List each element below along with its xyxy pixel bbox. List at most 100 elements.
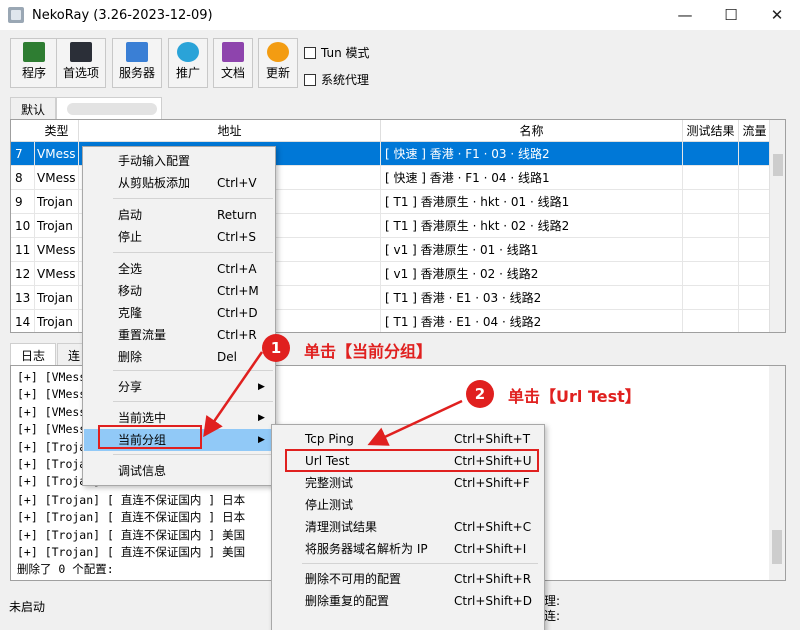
submenu-item[interactable]: Tcp Ping Ctrl+Shift+T xyxy=(273,428,543,450)
context-menu-item[interactable]: 删除 Del xyxy=(84,346,274,368)
cell-name: [ v1 ] 香港原生 · 02 · 线路2 xyxy=(381,262,683,286)
cell-traffic xyxy=(739,190,771,214)
menu-item-shortcut: Ctrl+D xyxy=(217,306,258,320)
submenu-arrow-icon: ▶ xyxy=(258,382,265,392)
menu-separator xyxy=(302,563,538,564)
close-button[interactable]: ✕ xyxy=(754,0,800,30)
submenu-arrow-icon: ▶ xyxy=(258,435,265,445)
menu-item-label: 删除不可用的配置 xyxy=(305,572,402,586)
context-menu-item[interactable]: 停止 Ctrl+S xyxy=(84,226,274,248)
context-menu-item[interactable]: 全选 Ctrl+A xyxy=(84,258,274,280)
menu-item-shortcut: Ctrl+Shift+I xyxy=(454,542,527,556)
menu-item-label: 手动输入配置 xyxy=(118,154,191,168)
group-tab-default[interactable]: 默认 xyxy=(10,97,57,119)
submenu-item[interactable]: 清理测试结果 Ctrl+Shift+C xyxy=(273,516,543,538)
menu-item-shortcut: Return xyxy=(217,208,257,222)
menu-separator xyxy=(113,454,273,455)
server-menu-button[interactable]: 服务器 xyxy=(112,38,162,88)
docs-button[interactable]: 文档 xyxy=(213,38,253,88)
log-line: [+] [Trojan] [ 直连不保证国内 ] 日本 xyxy=(17,510,246,525)
submenu-item[interactable]: 将服务器域名解析为 IP Ctrl+Shift+I xyxy=(273,538,543,560)
checkbox-box xyxy=(304,73,316,86)
menu-item-shortcut: Ctrl+R xyxy=(217,328,257,342)
submenu-item[interactable]: 停止测试 xyxy=(273,494,543,516)
log-line: [+] [Trojan] [ 直连不保证国内 ] 美国 xyxy=(17,527,246,542)
menu-item-label: 调试信息 xyxy=(118,464,167,478)
log-line: [+] [Trojan] [ 直连不保证国内 ] 美国 xyxy=(17,545,246,559)
column-header-name[interactable]: 名称 xyxy=(381,120,683,142)
cell-traffic xyxy=(739,142,771,166)
menu-item-label: 全选 xyxy=(118,262,143,276)
log-scrollbar[interactable] xyxy=(769,366,785,580)
update-button[interactable]: 更新 xyxy=(258,38,298,88)
menu-item-label: 删除重复的配置 xyxy=(305,594,390,608)
column-header-address[interactable]: 地址 xyxy=(79,120,381,142)
log-line: [+] [VMess xyxy=(17,370,87,384)
cell-traffic xyxy=(739,262,771,286)
title-bar: NekoRay (3.26-2023-12-09) — ☐ ✕ xyxy=(0,0,800,30)
cell-type: Trojan xyxy=(35,190,79,214)
context-menu-item[interactable]: 手动输入配置 xyxy=(84,150,274,172)
maximize-button[interactable]: ☐ xyxy=(708,0,754,30)
cell-name: [ 快速 ] 香港 · F1 · 03 · 线路2 xyxy=(381,142,683,166)
row-number: 12 xyxy=(13,262,35,286)
cell-test-result xyxy=(683,238,739,262)
menu-item-label: 分享 xyxy=(118,380,143,394)
tab-log[interactable]: 日志 xyxy=(10,343,57,365)
log-line: [+] [Trojan] [ 直连不保证国内 ] 日本 xyxy=(17,492,246,507)
tun-mode-checkbox[interactable]: Tun 模式 xyxy=(304,44,370,61)
cell-traffic xyxy=(739,310,771,332)
window-title: NekoRay (3.26-2023-12-09) xyxy=(32,7,213,23)
group-tab-active[interactable] xyxy=(56,97,162,119)
terminal-icon xyxy=(23,42,45,62)
context-menu-item[interactable]: 移动 Ctrl+M xyxy=(84,280,274,302)
submenu-item[interactable]: 删除不可用的配置 Ctrl+Shift+R xyxy=(273,568,543,590)
system-proxy-checkbox[interactable]: 系统代理 xyxy=(304,71,369,88)
cell-test-result xyxy=(683,286,739,310)
menu-item-shortcut: Ctrl+V xyxy=(217,176,257,190)
submenu-item[interactable]: 删除重复的配置 Ctrl+Shift+D xyxy=(273,590,543,612)
step1-text: 单击【当前分组】 xyxy=(304,342,433,361)
cell-name: [ v1 ] 香港原生 · 01 · 线路1 xyxy=(381,238,683,262)
menu-item-label: 重置流量 xyxy=(118,328,167,342)
context-menu-item[interactable]: 启动 Return xyxy=(84,204,274,226)
menu-item-shortcut: Ctrl+Shift+D xyxy=(454,594,532,608)
menu-item-shortcut: Ctrl+Shift+F xyxy=(454,476,530,490)
context-menu-item[interactable]: 从剪贴板添加 Ctrl+V xyxy=(84,172,274,194)
promote-button[interactable]: 推广 xyxy=(168,38,208,88)
preferences-menu-button[interactable]: 首选项 xyxy=(56,38,106,88)
menu-item-label: 启动 xyxy=(118,208,143,222)
submenu-item[interactable]: 完整测试 Ctrl+Shift+F xyxy=(273,472,543,494)
highlight-current-group xyxy=(98,425,202,449)
highlight-url-test xyxy=(285,449,539,472)
minimize-button[interactable]: — xyxy=(662,0,708,30)
context-menu-item[interactable]: 调试信息 xyxy=(84,460,274,482)
cell-type: Trojan xyxy=(35,310,79,332)
context-menu-item[interactable]: 克隆 Ctrl+D xyxy=(84,302,274,324)
column-header-traffic[interactable]: 流量 xyxy=(739,120,771,142)
scrollbar-thumb[interactable] xyxy=(773,154,783,176)
cell-test-result xyxy=(683,166,739,190)
column-header-type[interactable]: 类型 xyxy=(35,120,79,142)
row-number: 8 xyxy=(13,166,35,190)
column-header-test-result[interactable]: 测试结果 xyxy=(683,120,739,142)
context-menu-item[interactable]: 分享 ▶ xyxy=(84,376,274,398)
row-number: 10 xyxy=(13,214,35,238)
menu-separator xyxy=(113,252,273,253)
menu-separator xyxy=(113,401,273,402)
menu-item-label: 停止测试 xyxy=(305,498,354,512)
log-line: [+] [VMess xyxy=(17,387,87,402)
context-menu-item[interactable]: 重置流量 Ctrl+R xyxy=(84,324,274,346)
menu-item-shortcut: Ctrl+Shift+C xyxy=(454,520,532,534)
menu-item-label: Tcp Ping xyxy=(305,432,354,446)
question-icon xyxy=(222,42,244,62)
row-number: 14 xyxy=(13,310,35,332)
table-scrollbar[interactable] xyxy=(769,120,785,332)
step2-badge: 2 xyxy=(466,380,494,408)
program-menu-button[interactable]: 程序 xyxy=(10,38,58,88)
scrollbar-thumb[interactable] xyxy=(772,530,782,564)
menu-item-label: 删除 xyxy=(118,350,143,364)
menu-separator xyxy=(113,370,273,371)
menu-item-shortcut: Ctrl+Shift+R xyxy=(454,572,532,586)
cell-traffic xyxy=(739,238,771,262)
